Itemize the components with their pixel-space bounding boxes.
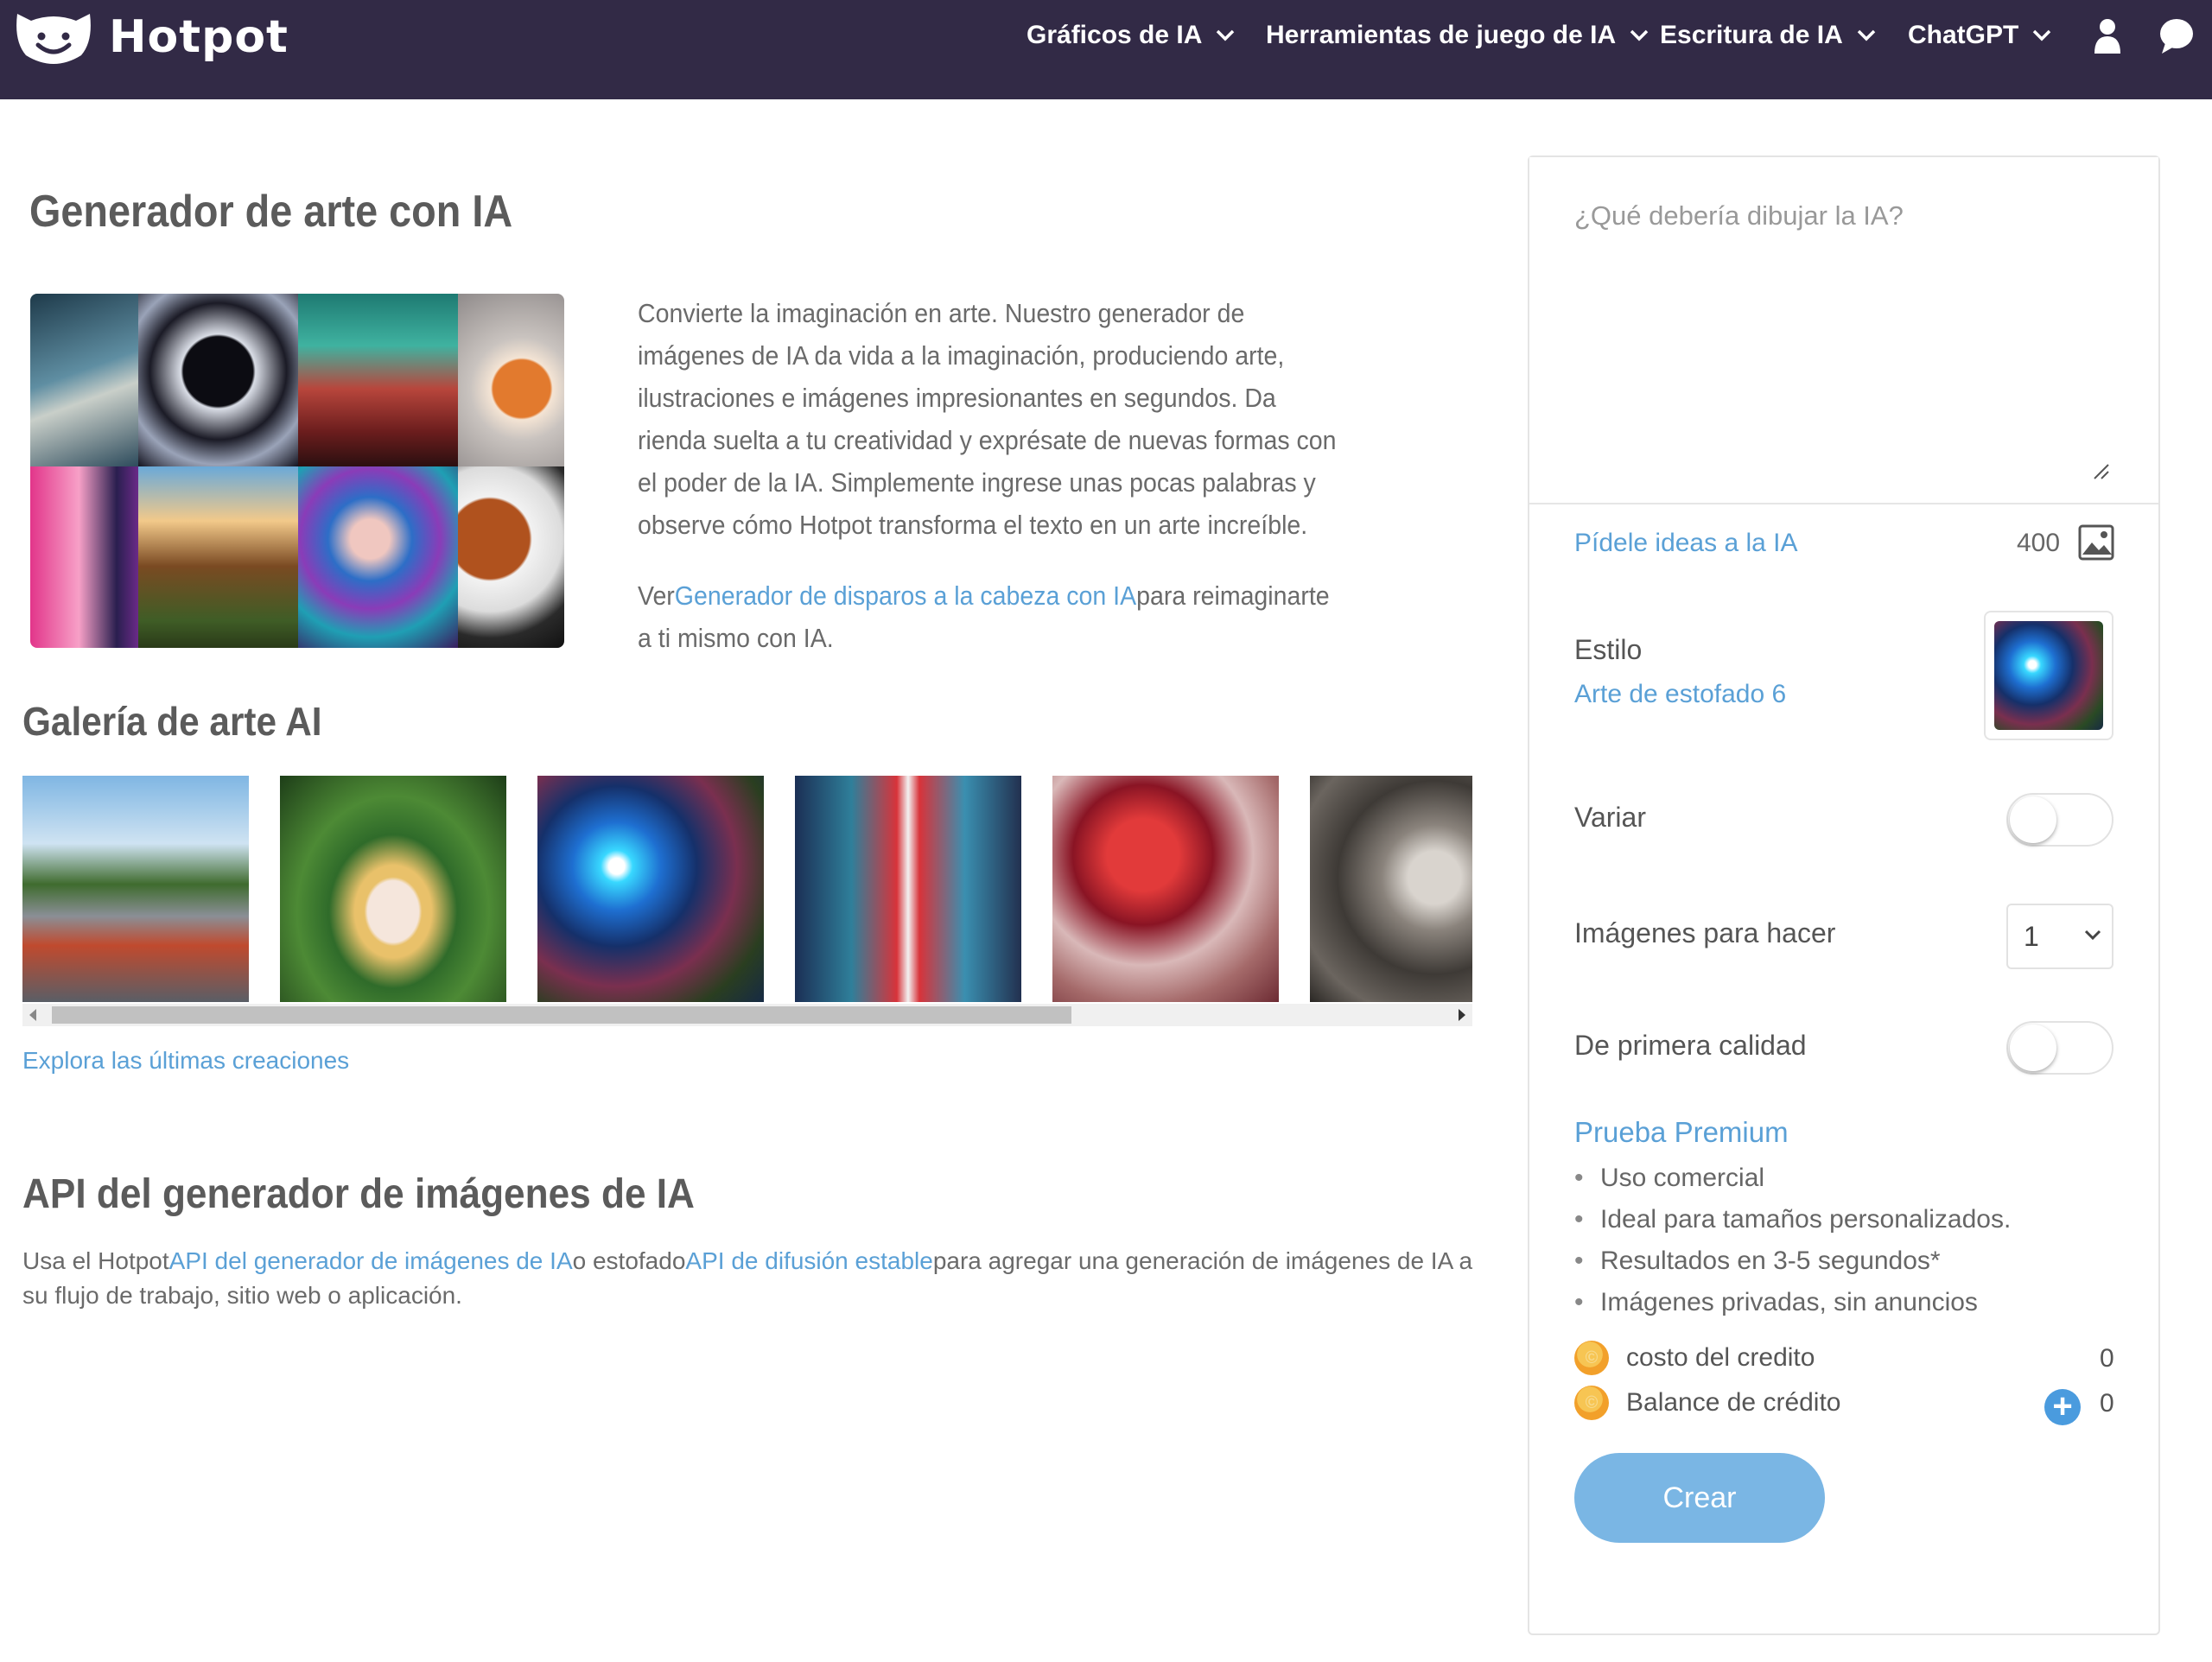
api-prefix: Usa el Hotpot (22, 1247, 169, 1274)
hotpot-logo-icon (16, 14, 91, 64)
chevron-down-icon (2084, 929, 2101, 941)
credit-cost-value: 0 (2100, 1344, 2114, 1373)
scrollbar-thumb[interactable] (52, 1006, 1071, 1024)
credit-balance-row: © Balance de crédito (1574, 1386, 1841, 1420)
headshot-paragraph: VerGenerador de disparos a la cabeza con… (638, 574, 1338, 659)
style-preview-image (1994, 621, 2103, 730)
list-item: • Ideal para tamaños personalizados. (1574, 1205, 2012, 1234)
generator-panel: Pídele ideas a la IA 400 Estilo Arte de … (1528, 155, 2160, 1635)
gallery-image[interactable] (1052, 776, 1279, 1002)
nav-ai-graphics[interactable]: Gráficos de IA (1027, 21, 1235, 50)
api-paragraph: Usa el HotpotAPI del generador de imágen… (22, 1244, 1474, 1313)
select-value: 1 (2024, 921, 2039, 952)
headshot-prefix: Ver (638, 580, 675, 611)
coin-icon: © (1574, 1341, 1609, 1375)
chevron-down-icon (1217, 29, 1235, 41)
nav-ai-writing[interactable]: Escritura de IA (1660, 21, 1876, 50)
scroll-right-arrow-icon[interactable] (1459, 1009, 1465, 1021)
chevron-down-icon (1630, 29, 1649, 41)
list-item: • Resultados en 3-5 segundos* (1574, 1246, 1941, 1275)
nav-label: Gráficos de IA (1027, 21, 1203, 49)
top-navigation-bar: Hotpot Gráficos de IA Herramientas de ju… (0, 0, 2212, 99)
vary-toggle[interactable] (2006, 793, 2113, 847)
hero-art-mosaic (30, 294, 564, 648)
page-title: Generador de arte con IA (29, 187, 513, 237)
try-premium-link[interactable]: Prueba Premium (1574, 1116, 1789, 1149)
gallery-scrollbar[interactable] (22, 1004, 1472, 1026)
prompt-input[interactable] (1529, 157, 2158, 503)
explore-latest-link[interactable]: Explora las últimas creaciones (22, 1047, 349, 1075)
toggle-knob (2010, 796, 2056, 843)
nav-label: ChatGPT (1908, 21, 2019, 49)
gallery-image[interactable] (537, 776, 764, 1002)
chevron-down-icon (2033, 29, 2051, 41)
gallery-image[interactable] (795, 776, 1021, 1002)
coin-icon: © (1574, 1386, 1609, 1420)
nav-ai-game-tools[interactable]: Herramientas de juego de IA (1266, 21, 1649, 50)
premium-features-list: • Uso comercial • Ideal para tamaños perso… (1574, 1158, 2011, 1323)
images-count-select[interactable]: 1 (2006, 904, 2113, 969)
nav-label: Herramientas de juego de IA (1266, 21, 1617, 49)
list-item: • Uso comercial (1574, 1164, 1765, 1192)
credit-balance-label: Balance de crédito (1626, 1388, 1841, 1417)
brand-name: Hotpot (109, 11, 289, 63)
gallery-image[interactable] (1310, 776, 1472, 1002)
style-value-link[interactable]: Arte de estofado 6 (1574, 680, 1786, 709)
chat-icon[interactable] (2158, 17, 2195, 55)
mosaic-image (298, 294, 458, 466)
image-generator-api-link[interactable]: API del generador de imágenes de IA (169, 1247, 573, 1274)
user-icon[interactable] (2093, 17, 2122, 55)
intro-paragraph: Convierte la imaginación en arte. Nuestr… (638, 298, 1337, 540)
style-label: Estilo (1574, 634, 1643, 665)
mosaic-image (138, 294, 298, 466)
brand[interactable]: Hotpot (12, 7, 289, 67)
vary-label: Variar (1574, 802, 1646, 833)
scroll-left-arrow-icon[interactable] (29, 1009, 36, 1021)
premium-quality-label: De primera calidad (1574, 1030, 1807, 1061)
credit-cost-row: © costo del credito (1574, 1341, 1815, 1375)
chevron-down-icon (1857, 29, 1875, 41)
gallery-image[interactable] (280, 776, 506, 1002)
gallery-title: Galería de arte AI (22, 699, 322, 744)
art-gallery-carousel[interactable] (22, 776, 1472, 1002)
mosaic-image (30, 466, 138, 648)
character-count: 400 (2017, 529, 2061, 557)
headshot-generator-link[interactable]: Generador de disparos a la cabeza con IA (675, 580, 1136, 611)
ask-ai-ideas-link[interactable]: Pídele ideas a la IA (1574, 529, 1798, 558)
credit-balance-value: 0 (2100, 1389, 2114, 1418)
credit-cost-label: costo del credito (1626, 1343, 1815, 1372)
api-title: API del generador de imágenes de IA (22, 1171, 695, 1217)
image-upload-icon[interactable] (2077, 523, 2115, 561)
divider (1529, 503, 2158, 504)
nav-label: Escritura de IA (1660, 21, 1843, 49)
mosaic-image (298, 466, 458, 648)
images-to-make-label: Imágenes para hacer (1574, 917, 1836, 948)
gallery-image[interactable] (22, 776, 249, 1002)
style-thumbnail[interactable] (1984, 611, 2113, 740)
mosaic-image (458, 294, 564, 466)
toggle-knob (2010, 1024, 2056, 1071)
stable-diffusion-api-link[interactable]: API de difusión estable (685, 1247, 932, 1274)
nav-chatgpt[interactable]: ChatGPT (1908, 21, 2051, 50)
add-credit-icon[interactable]: + (2044, 1389, 2081, 1425)
mosaic-image (138, 466, 298, 648)
resize-grip-icon[interactable] (2091, 461, 2110, 480)
premium-quality-toggle[interactable] (2006, 1021, 2113, 1075)
list-item: • Imágenes privadas, sin anuncios (1574, 1288, 1978, 1316)
api-middle: o estofado (572, 1247, 686, 1274)
create-button[interactable]: Crear (1574, 1453, 1825, 1543)
mosaic-image (30, 294, 138, 466)
mosaic-image (458, 466, 564, 648)
